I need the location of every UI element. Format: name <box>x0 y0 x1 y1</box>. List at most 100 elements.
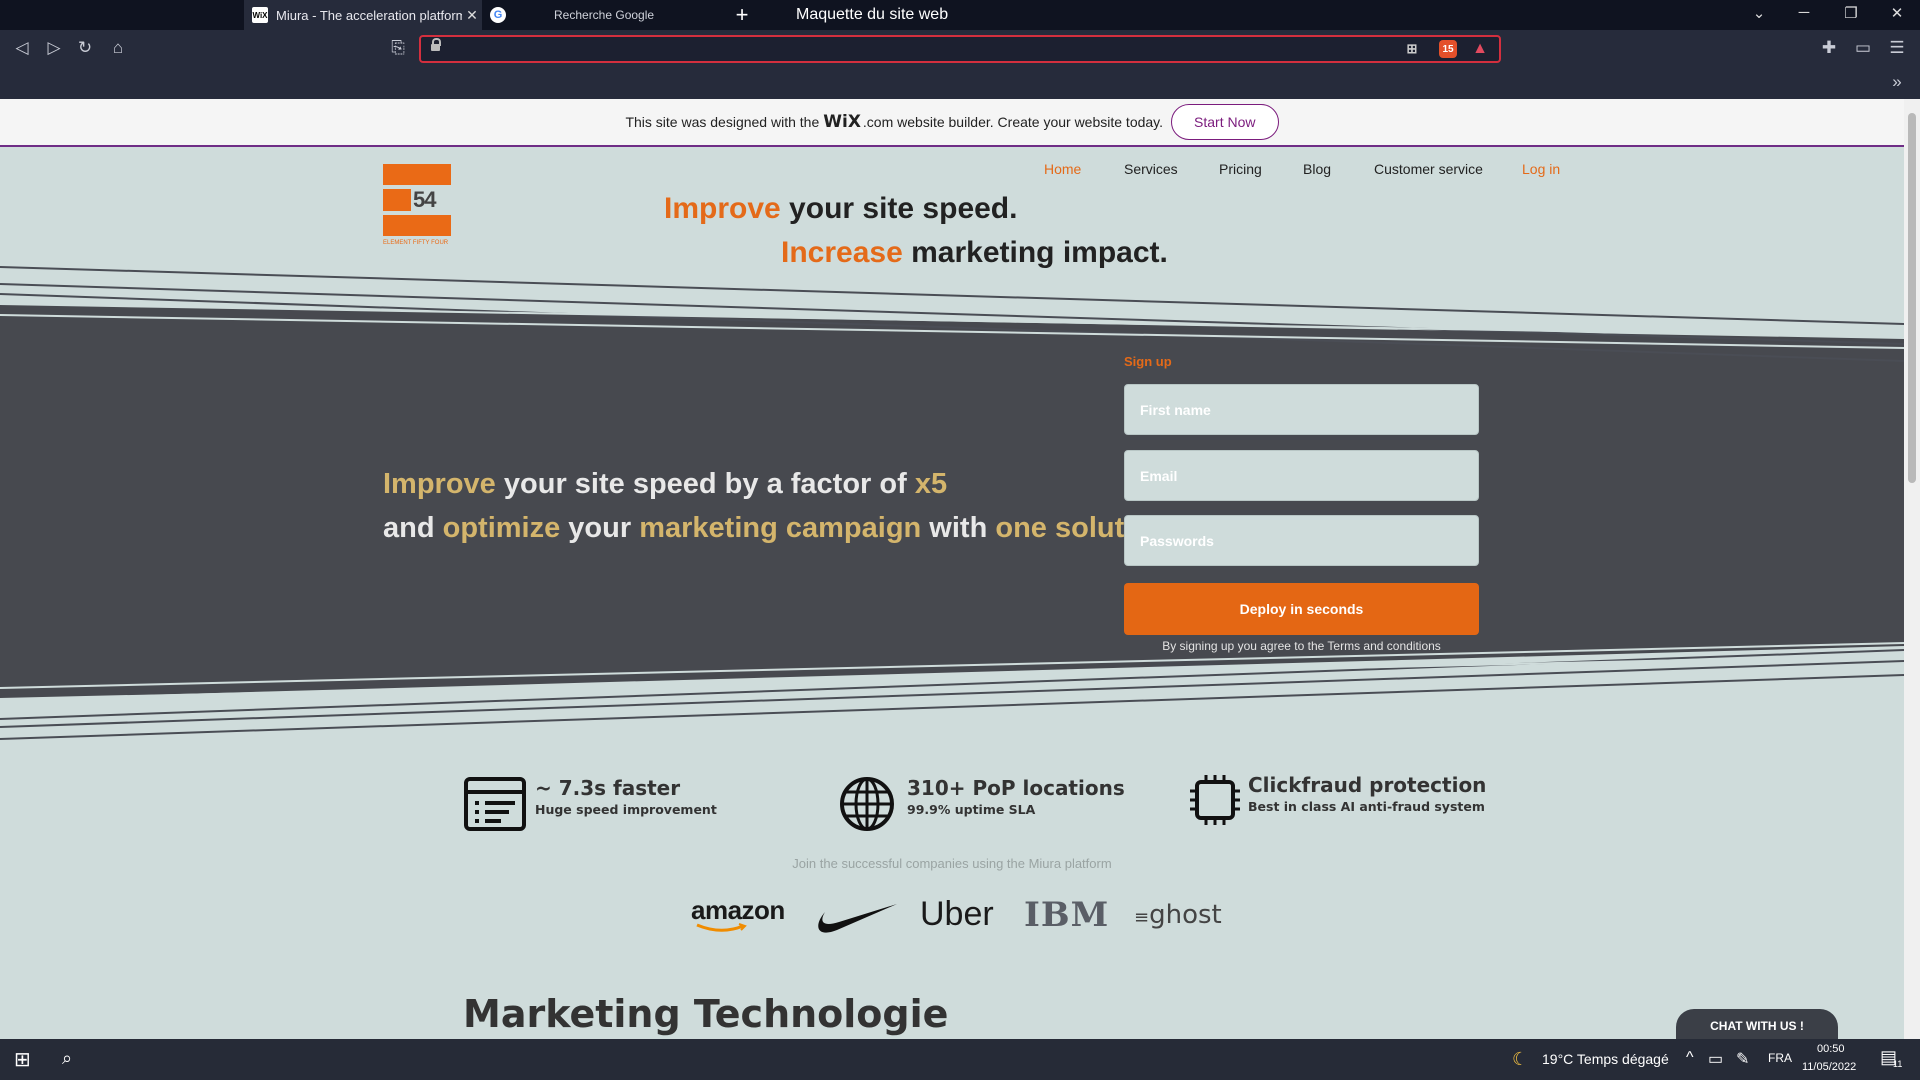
nike-swoosh-icon <box>818 904 897 933</box>
ibm-logo: IBM <box>1024 895 1110 935</box>
nav-pricing[interactable]: Pricing <box>1219 161 1262 177</box>
hero-line-2: Increase marketing impact. <box>781 236 1168 270</box>
reload-icon[interactable]: ↻ <box>74 38 96 58</box>
chat-button[interactable]: CHAT WITH US ! <box>1676 1009 1838 1039</box>
qr-code-icon[interactable]: ⊞ <box>1403 40 1421 58</box>
weather-text[interactable]: 19°C Temps dégagé <box>1542 1051 1669 1067</box>
pitch-text: your site speed by a factor of <box>495 468 915 500</box>
amazon-logo-text: amazon <box>691 895 785 925</box>
tab-google[interactable]: G Recherche Google <box>482 0 722 30</box>
nav-login[interactable]: Log in <box>1522 161 1560 177</box>
bookmarks-bar: » <box>0 68 1920 99</box>
nav-customer-service[interactable]: Customer service <box>1374 161 1483 177</box>
nav-blog[interactable]: Blog <box>1303 161 1331 177</box>
brave-rewards-icon[interactable]: ▲ <box>1471 40 1489 58</box>
server-icon <box>464 777 526 831</box>
page-scrollbar[interactable] <box>1904 99 1920 1039</box>
tab-strip: WiX Miura - The acceleration platform ✕ … <box>0 0 1920 30</box>
deploy-button[interactable]: Deploy in seconds <box>1124 583 1479 635</box>
email-field[interactable] <box>1124 450 1479 501</box>
nav-services[interactable]: Services <box>1124 161 1178 177</box>
more-bookmarks-icon[interactable]: » <box>1886 72 1908 92</box>
hero-text: your site speed. <box>780 192 1018 225</box>
chevron-up-icon[interactable]: ^ <box>1686 1049 1694 1067</box>
nav-home[interactable]: Home <box>1044 161 1081 177</box>
back-icon[interactable]: ◁ <box>11 38 33 58</box>
moon-weather-icon: ☾ <box>1512 1049 1529 1069</box>
clock-time[interactable]: 00:50 <box>1817 1043 1845 1055</box>
tab-miura[interactable]: WiX Miura - The acceleration platform ✕ <box>244 0 482 30</box>
notification-count: 11 <box>1893 1059 1903 1069</box>
first-name-field[interactable] <box>1124 384 1479 435</box>
terms-text: By signing up you agree to the Terms and… <box>1162 639 1441 653</box>
ghost-logo: ≡ghost <box>1134 900 1222 930</box>
lock-icon <box>431 38 441 53</box>
pitch-text: and <box>383 512 443 544</box>
tab-title: Miura - The acceleration platform <box>276 7 462 23</box>
feature-text: Clickfraud protection Best in class AI a… <box>1248 773 1486 814</box>
feature-clickfraud: Clickfraud protection Best in class AI a… <box>1188 773 1486 827</box>
close-icon[interactable]: ✕ <box>462 7 482 24</box>
tab-title: Recherche Google <box>554 8 655 22</box>
logo-number: 54 <box>413 187 437 212</box>
window-title: Maquette du site web <box>796 6 949 23</box>
windows-taskbar: ⊞ ⌕ ☾ 19°C Temps dégagé ^ ▭ ✎ FRA 00:50 … <box>0 1039 1920 1080</box>
pitch-line-1: Improve your site speed by a factor of x… <box>383 468 947 501</box>
feature-subtitle: 99.9% uptime SLA <box>907 802 1036 817</box>
web-page: This site was designed with the WiX .com… <box>0 99 1904 1039</box>
pitch-line-2: and optimize your marketing campaign wit… <box>383 512 1168 545</box>
feature-text: 310+ PoP locations 99.9% uptime SLA <box>907 776 1125 817</box>
feature-subtitle: Best in class AI anti-fraud system <box>1248 799 1485 814</box>
logo-square <box>383 189 411 211</box>
join-text: Join the successful companies using the … <box>792 856 1112 871</box>
restore-button[interactable]: ❐ <box>1836 4 1866 22</box>
google-favicon-icon: G <box>490 7 506 23</box>
hero-line-1: Improve your site speed. <box>664 192 1017 226</box>
network-icon[interactable]: ▭ <box>1708 1049 1723 1069</box>
forward-icon[interactable]: ▷ <box>43 38 65 58</box>
clock-date[interactable]: 11/05/2022 <box>1802 1061 1856 1073</box>
logo-block <box>383 215 451 236</box>
pen-icon[interactable]: ✎ <box>1736 1049 1749 1069</box>
password-field[interactable] <box>1124 515 1479 566</box>
feature-title: Clickfraud protection <box>1248 773 1487 797</box>
pitch-accent: Improve <box>383 468 496 500</box>
brave-shield-icon[interactable]: 15 <box>1439 40 1457 58</box>
hero-text: marketing impact. <box>902 236 1168 269</box>
tab-list-chevron-icon[interactable]: ⌄ <box>1744 4 1774 22</box>
scrollbar-thumb[interactable] <box>1908 113 1916 483</box>
menu-icon[interactable]: ☰ <box>1886 38 1908 58</box>
signup-label: Sign up <box>1124 354 1172 369</box>
extensions-icon[interactable]: ✚ <box>1818 38 1840 58</box>
amazon-smile-icon <box>696 923 747 932</box>
first-name-input[interactable] <box>1125 385 1478 434</box>
home-icon[interactable]: ⌂ <box>107 38 129 58</box>
feature-subtitle: Huge speed improvement <box>535 802 717 817</box>
address-bar[interactable]: ⊞ 15 ▲ <box>419 35 1501 63</box>
new-tab-button[interactable]: + <box>732 2 752 28</box>
email-input[interactable] <box>1125 451 1478 500</box>
pitch-text: with <box>921 512 996 544</box>
minimize-button[interactable]: ─ <box>1789 4 1819 21</box>
amazon-logo: amazon <box>691 895 785 932</box>
bookmark-icon[interactable]: ⎘ <box>387 38 409 58</box>
ghost-logo-text: ghost <box>1149 900 1222 930</box>
password-input[interactable] <box>1125 516 1478 565</box>
language-indicator[interactable]: FRA <box>1768 1051 1792 1065</box>
browser-toolbar: ◁ ▷ ↻ ⌂ ⎘ ⊞ 15 ▲ ✚ ▭ ☰ <box>0 30 1920 68</box>
pitch-accent: optimize <box>442 512 561 544</box>
close-window-button[interactable]: ✕ <box>1882 4 1912 22</box>
section-title: Marketing Technologie <box>463 992 949 1036</box>
pitch-text: your <box>560 512 640 544</box>
wallet-icon[interactable]: ▭ <box>1852 38 1874 58</box>
feature-pop: 310+ PoP locations 99.9% uptime SLA <box>839 776 1125 832</box>
feature-title: 310+ PoP locations <box>907 776 1125 800</box>
hero-accent: Improve <box>664 192 781 225</box>
windows-start-icon[interactable]: ⊞ <box>14 1047 31 1072</box>
chip-icon <box>1190 775 1240 825</box>
search-icon[interactable]: ⌕ <box>62 1048 72 1069</box>
site-logo[interactable]: 54 ELEMENT FIFTY FOUR <box>383 164 451 246</box>
logo-block: 54 <box>383 187 451 212</box>
hero-accent: Increase <box>781 236 903 269</box>
feature-text: ~ 7.3s faster Huge speed improvement <box>535 776 717 817</box>
